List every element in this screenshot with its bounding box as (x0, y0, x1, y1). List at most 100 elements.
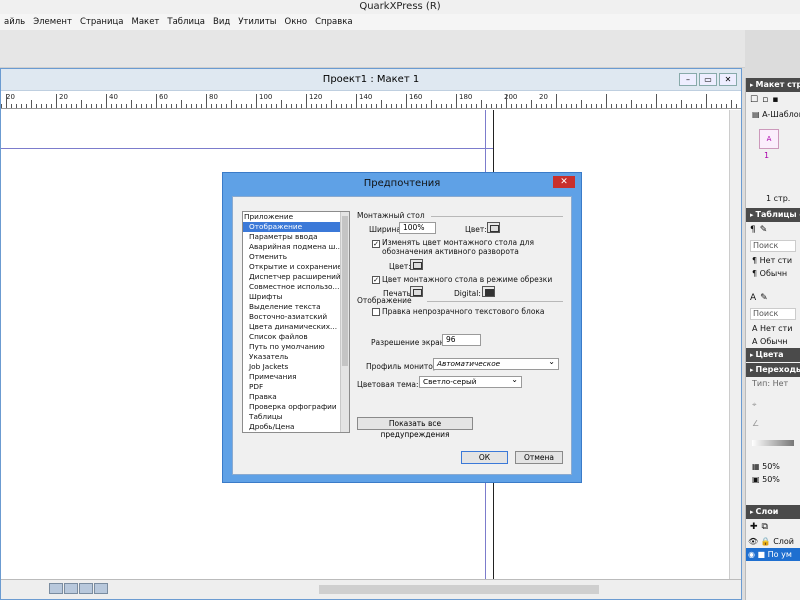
horizontal-scrollbar[interactable] (319, 585, 599, 594)
menu-item[interactable]: айль (0, 14, 29, 30)
ruler-tick (466, 104, 467, 108)
category-item[interactable]: Правка (243, 392, 349, 402)
edit-style-icon[interactable]: ✎ (760, 225, 768, 235)
palette-header-styles[interactable]: Таблицы с (746, 208, 800, 222)
view-page-icon[interactable] (64, 583, 78, 594)
duplicate-icon[interactable]: ▪ (772, 95, 778, 105)
menu-item[interactable]: Макет (128, 14, 164, 30)
minimize-icon[interactable]: – (679, 73, 697, 86)
dialog-close-button[interactable]: ✕ (553, 176, 575, 188)
category-item[interactable]: Указатель (243, 352, 349, 362)
category-item[interactable]: Дробь/Цена (243, 422, 349, 432)
category-list[interactable]: Приложение Отображение Параметры ввода Авар… (242, 211, 350, 433)
ruler-tick (361, 104, 362, 108)
category-item[interactable]: Таблицы (243, 412, 349, 422)
category-item[interactable]: Восточно-азиатский (243, 312, 349, 322)
category-item[interactable]: Шрифты (243, 292, 349, 302)
digital-color-swatch[interactable] (482, 286, 495, 297)
resolution-field[interactable]: 96 (442, 334, 481, 346)
category-item[interactable]: Параметры ввода (243, 232, 349, 242)
toolbar-area (0, 30, 745, 68)
menu-item[interactable]: Таблица (163, 14, 209, 30)
theme-select[interactable]: Светло-серый (419, 375, 522, 388)
menu-item[interactable]: Элемент (29, 14, 76, 30)
document-title-bar[interactable]: Проект1 : Макет 1 – ▭ ✕ (1, 69, 741, 91)
style-item[interactable]: A Обычн (746, 335, 800, 348)
palette-header-colors[interactable]: Цвета (746, 348, 800, 362)
menu-item[interactable]: Вид (209, 14, 234, 30)
gradient-angle-icon[interactable]: ⌖ (746, 398, 800, 411)
category-item[interactable]: Аварийная подмена ш... (243, 242, 349, 252)
category-item[interactable]: Приложение (243, 212, 349, 222)
width-field[interactable]: 100% (399, 222, 436, 234)
gradient-bar[interactable] (752, 440, 794, 446)
ruler-tick (81, 100, 82, 108)
style-search-input[interactable]: Поиск (750, 240, 796, 252)
ruler-tick (726, 104, 727, 108)
ruler-tick (476, 104, 477, 108)
menu-item[interactable]: Утилиты (234, 14, 280, 30)
menu-item[interactable]: Страница (76, 14, 128, 30)
paragraph-style-icon[interactable]: ¶ (750, 225, 756, 235)
bleed-color-checkbox[interactable]: ✓ (372, 276, 380, 284)
category-scrollbar[interactable] (340, 212, 349, 432)
category-item[interactable]: Список файлов (243, 332, 349, 342)
category-item[interactable]: Путь по умолчанию (243, 342, 349, 352)
palette-header-gradients[interactable]: Переходы (746, 363, 800, 377)
ruler-tick (311, 104, 312, 108)
style-item[interactable]: ¶ Нет сти (746, 254, 800, 267)
menu-item[interactable]: Окно (281, 14, 312, 30)
edit-style-icon[interactable]: ✎ (760, 293, 768, 303)
view-layout-icon[interactable] (49, 583, 63, 594)
master-page-item[interactable]: ▤ A-Шаблон- (746, 108, 800, 121)
show-warnings-button[interactable]: Показать все предупреждения (357, 417, 473, 439)
angle-icon[interactable]: ∠ (746, 417, 800, 430)
category-item[interactable]: Открытие и сохранение (243, 262, 349, 272)
category-item[interactable]: Выделение текста (243, 302, 349, 312)
view-thumbnail-icon[interactable] (94, 583, 108, 594)
palette-header-layers[interactable]: Слои (746, 505, 800, 519)
add-layer-icon[interactable]: ✚ (750, 522, 758, 532)
change-color-checkbox[interactable]: ✓ (372, 240, 380, 248)
style-item[interactable]: A Нет сти (746, 322, 800, 335)
menu-item[interactable]: Справка (311, 14, 356, 30)
ruler-tick (546, 104, 547, 108)
category-item[interactable]: Примечания (243, 372, 349, 382)
page-icon[interactable]: ▫ (762, 95, 768, 105)
category-item[interactable]: PDF (243, 382, 349, 392)
cancel-button[interactable]: Отмена (515, 451, 563, 464)
color-label: Цвет: (465, 225, 487, 234)
char-style-search-input[interactable]: Поиск (750, 308, 796, 320)
category-item[interactable]: Отменить (243, 252, 349, 262)
category-item[interactable]: Диспетчер расширений (243, 272, 349, 282)
character-style-icon[interactable]: A (750, 293, 756, 303)
layer-item[interactable]: 👁 🔒 Слой (746, 535, 800, 548)
ok-button[interactable]: ОК (461, 451, 508, 464)
category-item[interactable]: Отображение (243, 222, 349, 232)
pasteboard-color-swatch[interactable] (487, 222, 500, 233)
maximize-icon[interactable]: ▭ (699, 73, 717, 86)
ruler-tick (486, 104, 487, 108)
opacity-field[interactable]: ▦ 50% (746, 460, 800, 473)
vertical-scrollbar[interactable] (729, 110, 741, 580)
style-item[interactable]: ¶ Обычн (746, 267, 800, 280)
view-spread-icon[interactable] (79, 583, 93, 594)
close-icon[interactable]: ✕ (719, 73, 737, 86)
category-item[interactable]: Совместное использо... (243, 282, 349, 292)
category-item[interactable]: Цвета динамических... (243, 322, 349, 332)
ruler-tick (711, 104, 712, 108)
category-item[interactable]: Job Jackets (243, 362, 349, 372)
category-item[interactable]: Проверка орфографии (243, 402, 349, 412)
ruler-tick (341, 104, 342, 108)
opaque-edit-checkbox[interactable] (372, 308, 380, 316)
opacity-field[interactable]: ▣ 50% (746, 473, 800, 486)
preferences-dialog: Предпочтения ✕ Приложение Отображение Пара… (222, 172, 582, 483)
palette-header-layout[interactable]: Макет стр (746, 78, 800, 92)
layer-item-default[interactable]: ◉ ■ По ум (746, 548, 800, 561)
page-thumbnail[interactable]: A (759, 129, 779, 149)
blank-page-icon[interactable]: ☐ (750, 95, 758, 105)
ruler-tick (636, 104, 637, 108)
active-spread-color-swatch[interactable] (410, 259, 423, 270)
layer-duplicate-icon[interactable]: ⧉ (762, 522, 768, 532)
monitor-profile-select[interactable]: Автоматическое (433, 357, 559, 370)
